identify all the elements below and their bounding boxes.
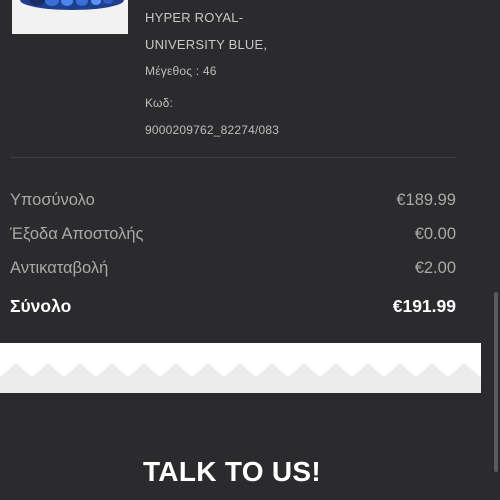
product-thumbnail[interactable] [12,0,128,34]
cod-value: €2.00 [414,258,456,277]
subtotal-value: €189.99 [396,190,456,209]
product-code-value: 9000209762_82274/083 [145,123,280,137]
product-code-label: Κωδ: [145,96,174,110]
cod-row: Αντικαταβολή €2.00 [10,255,456,281]
product-size: Μέγεθος : 46 [145,64,217,78]
subtotal-row: Υποσύνολο €189.99 [10,187,456,213]
total-label: Σύνολο [10,295,72,316]
cod-label: Αντικαταβολή [10,258,109,277]
shipping-value: €0.00 [414,224,456,243]
total-value: €191.99 [392,295,456,316]
product-name-line1: HYPER ROYAL- [145,10,244,25]
talk-to-us-heading: TALK TO US! [142,456,322,487]
order-item: HYPER ROYAL- UNIVERSITY BLUE, Μέγεθος : … [0,0,480,150]
shipping-label: Έξοδα Αποστολής [10,224,144,243]
total-row: Σύνολο €191.99 [10,293,456,319]
zigzag-divider [0,343,481,393]
subtotal-label: Υποσύνολο [10,190,95,209]
product-name-line2: UNIVERSITY BLUE, [145,37,268,52]
divider [10,157,456,158]
shipping-row: Έξοδα Αποστολής €0.00 [10,221,456,247]
sneaker-icon [12,0,128,34]
scrollbar[interactable] [494,292,498,472]
